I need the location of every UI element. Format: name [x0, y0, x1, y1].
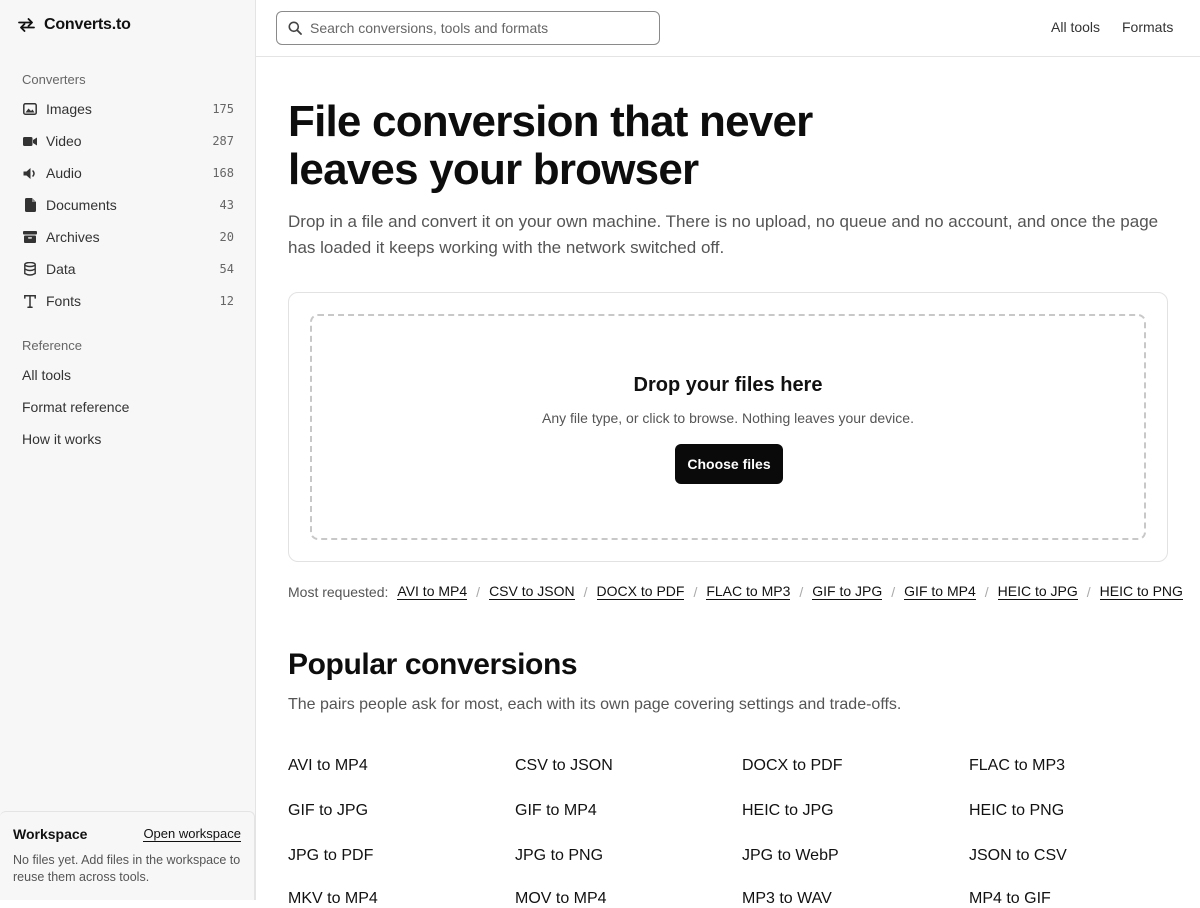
separator: / — [693, 584, 698, 600]
sidebar-item-archives[interactable]: Archives 20 — [14, 223, 242, 251]
most-requested-label: Most requested: — [288, 584, 389, 600]
sidebar: Converts.to Converters Images 175 Video … — [0, 0, 256, 900]
video-icon — [22, 133, 38, 149]
separator: / — [476, 584, 481, 600]
sidebar-item-count: 43 — [219, 198, 234, 212]
quick-link-avi-to-mp4[interactable]: AVI to MP4 — [397, 584, 468, 600]
sidebar-item-count: 12 — [219, 294, 234, 308]
separator: / — [1086, 584, 1091, 600]
separator: / — [583, 584, 588, 600]
conversion-link-heic-to-jpg[interactable]: HEIC to JPG — [742, 802, 834, 820]
sidebar-item-label: Fonts — [46, 293, 82, 309]
quick-link-csv-to-json[interactable]: CSV to JSON — [489, 584, 575, 600]
sidebar-item-count: 175 — [212, 102, 234, 116]
sidebar-item-data[interactable]: Data 54 — [14, 255, 242, 283]
top-bar: All tools Formats — [256, 0, 1200, 57]
conversion-link-mp4-to-gif[interactable]: MP4 to GIF — [969, 890, 1051, 908]
quick-link-heic-to-jpg[interactable]: HEIC to JPG — [997, 584, 1078, 600]
sidebar-item-count: 54 — [219, 262, 234, 276]
conversion-link-docx-to-pdf[interactable]: DOCX to PDF — [742, 757, 842, 775]
conversion-link-mkv-to-mp4[interactable]: MKV to MP4 — [288, 890, 378, 908]
workspace-description: No files yet. Add files in the workspace… — [13, 853, 241, 884]
separator: / — [984, 584, 989, 600]
page-title: File conversion that never leaves your b… — [288, 97, 813, 194]
sidebar-link-how-it-works[interactable]: How it works — [22, 431, 101, 447]
open-workspace-link[interactable]: Open workspace — [143, 827, 241, 842]
drop-zone-title: Drop your files here — [633, 374, 823, 396]
sidebar-link-all-tools[interactable]: All tools — [22, 367, 71, 383]
upload-card: Drop your files here Any file type, or c… — [288, 292, 1168, 562]
sidebar-item-label: Video — [46, 133, 82, 149]
search-icon — [288, 21, 302, 35]
sidebar-item-label: Images — [46, 101, 92, 117]
sidebar-item-label: Archives — [46, 229, 100, 245]
sidebar-item-label: Audio — [46, 165, 82, 181]
brand-logo[interactable]: Converts.to — [18, 14, 131, 36]
conversion-link-gif-to-mp4[interactable]: GIF to MP4 — [515, 802, 597, 820]
quick-link-docx-to-pdf[interactable]: DOCX to PDF — [596, 584, 685, 600]
sidebar-item-count: 287 — [212, 134, 234, 148]
swap-arrows-icon — [18, 18, 35, 32]
document-icon — [22, 197, 38, 213]
archive-icon — [22, 229, 38, 245]
conversion-link-jpg-to-webp[interactable]: JPG to WebP — [742, 847, 839, 865]
sidebar-item-audio[interactable]: Audio 168 — [14, 159, 242, 187]
database-icon — [22, 261, 38, 277]
page-subtitle: Drop in a file and convert it on your ow… — [288, 212, 1159, 257]
conversion-link-jpg-to-pdf[interactable]: JPG to PDF — [288, 847, 373, 865]
conversion-link-avi-to-mp4[interactable]: AVI to MP4 — [288, 757, 368, 775]
nav-link-all-tools[interactable]: All tools — [1051, 19, 1100, 35]
conversion-link-mp3-to-wav[interactable]: MP3 to WAV — [742, 890, 832, 908]
sidebar-item-count: 20 — [219, 230, 234, 244]
drop-zone-hint: Any file type, or click to browse. Nothi… — [542, 410, 914, 426]
nav-link-formats[interactable]: Formats — [1122, 19, 1173, 35]
quick-link-heic-to-png[interactable]: HEIC to PNG — [1099, 584, 1183, 600]
separator: / — [891, 584, 896, 600]
popular-conversions-subtitle: The pairs people ask for most, each with… — [288, 696, 902, 713]
workspace-title: Workspace — [13, 826, 88, 842]
sidebar-item-count: 168 — [212, 166, 234, 180]
speaker-icon — [22, 165, 38, 181]
workspace-panel: Workspace Open workspace No files yet. A… — [0, 811, 255, 900]
conversion-link-csv-to-json[interactable]: CSV to JSON — [515, 757, 613, 775]
choose-files-button[interactable]: Choose files — [675, 444, 783, 484]
search-box[interactable] — [276, 11, 660, 45]
reference-heading: Reference — [22, 338, 82, 353]
image-icon — [22, 101, 38, 117]
conversion-link-mov-to-mp4[interactable]: MOV to MP4 — [515, 890, 607, 908]
file-drop-zone[interactable]: Drop your files here Any file type, or c… — [310, 314, 1146, 540]
conversion-link-heic-to-png[interactable]: HEIC to PNG — [969, 802, 1064, 820]
sidebar-item-video[interactable]: Video 287 — [14, 127, 242, 155]
conversion-link-json-to-csv[interactable]: JSON to CSV — [969, 847, 1067, 865]
most-requested-row: Most requested: AVI to MP4 / CSV to JSON… — [288, 583, 1183, 601]
sidebar-item-fonts[interactable]: Fonts 12 — [14, 287, 242, 315]
conversion-link-jpg-to-png[interactable]: JPG to PNG — [515, 847, 603, 865]
sidebar-item-label: Documents — [46, 197, 117, 213]
search-input[interactable] — [310, 20, 630, 36]
separator: / — [799, 584, 804, 600]
sidebar-item-documents[interactable]: Documents 43 — [14, 191, 242, 219]
popular-conversions-heading: Popular conversions — [288, 648, 578, 681]
converters-heading: Converters — [22, 72, 86, 87]
font-icon — [22, 293, 38, 309]
sidebar-item-label: Data — [46, 261, 76, 277]
quick-link-flac-to-mp3[interactable]: FLAC to MP3 — [706, 584, 791, 600]
brand-name: Converts.to — [44, 16, 131, 33]
sidebar-item-images[interactable]: Images 175 — [14, 95, 242, 123]
conversion-link-flac-to-mp3[interactable]: FLAC to MP3 — [969, 757, 1065, 775]
quick-link-gif-to-mp4[interactable]: GIF to MP4 — [904, 584, 976, 600]
conversion-link-gif-to-jpg[interactable]: GIF to JPG — [288, 802, 368, 820]
sidebar-link-format-reference[interactable]: Format reference — [22, 399, 129, 415]
quick-link-gif-to-jpg[interactable]: GIF to JPG — [812, 584, 883, 600]
